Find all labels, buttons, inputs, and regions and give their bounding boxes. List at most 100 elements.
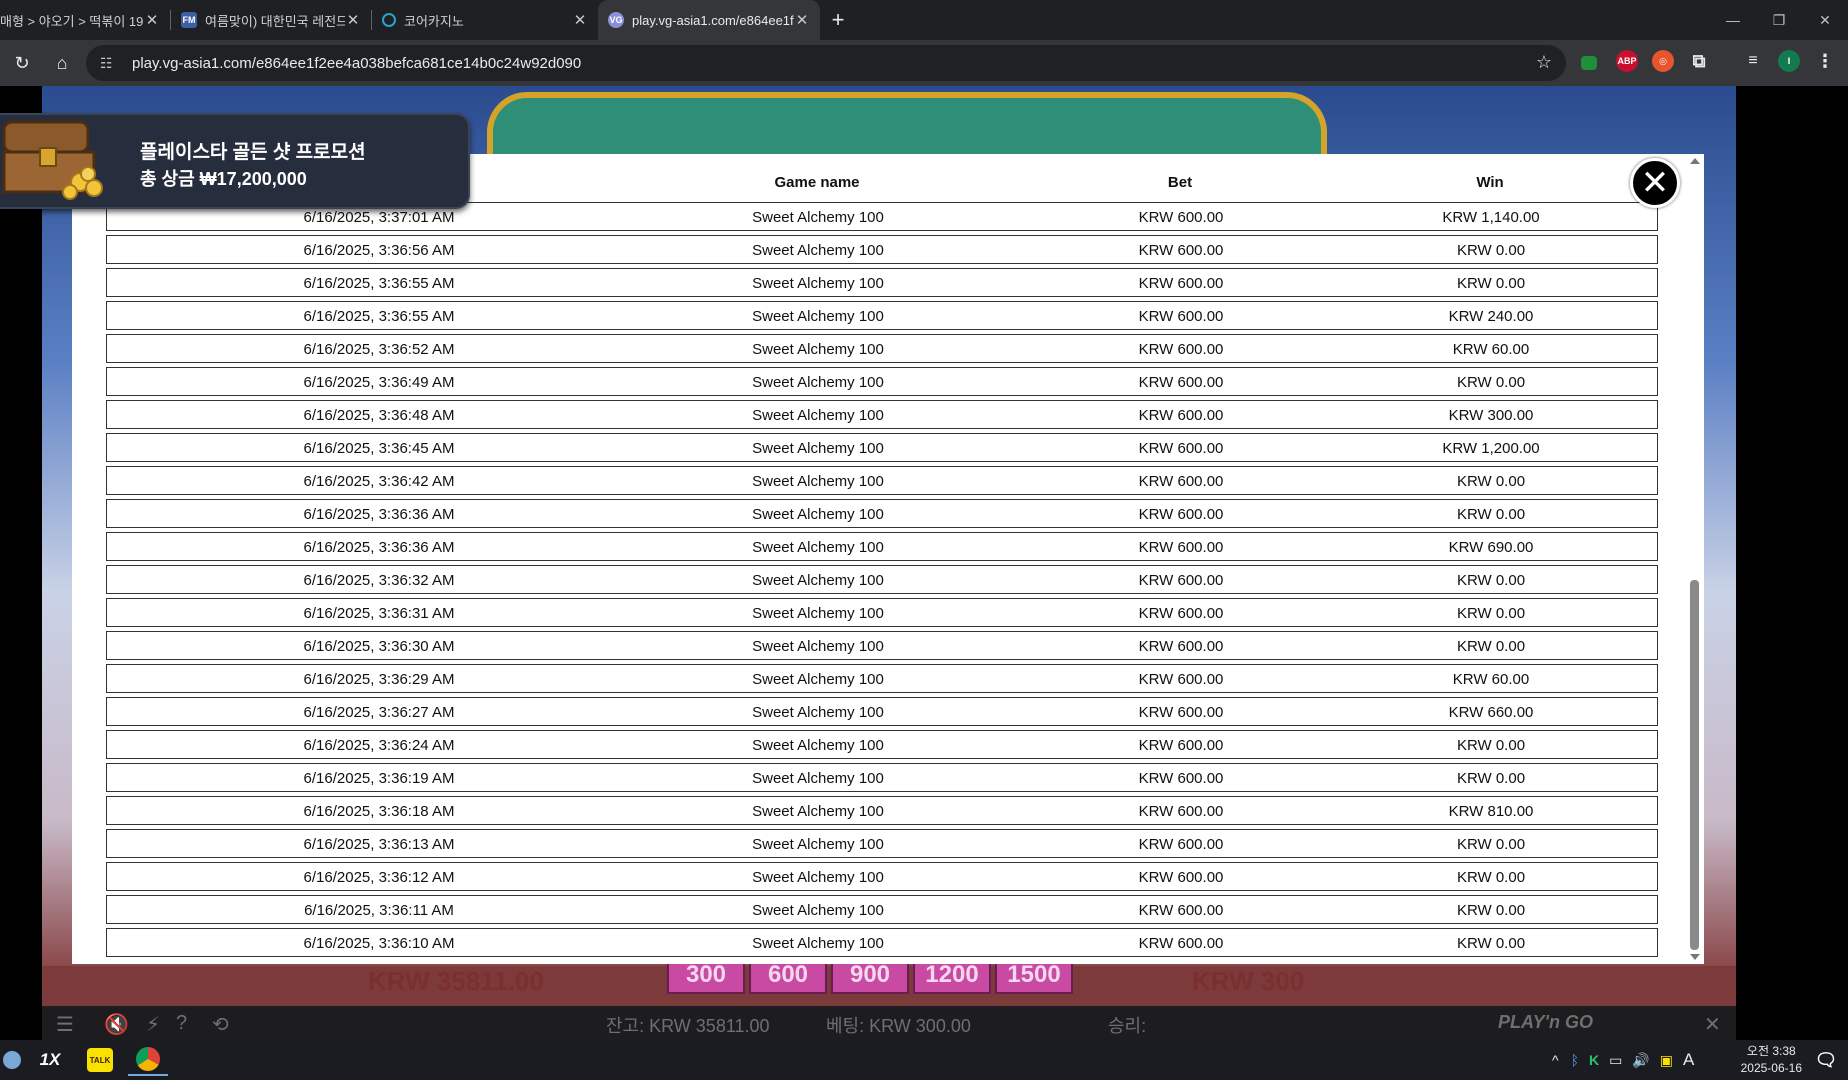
minimize-icon[interactable]: — — [1710, 0, 1756, 40]
cell-date: 6/16/2025, 3:36:48 AM — [303, 407, 455, 424]
cell-date: 6/16/2025, 3:36:10 AM — [303, 935, 455, 952]
close-modal-button[interactable]: ✕ — [1630, 158, 1680, 208]
table-row: 6/16/2025, 3:36:30 AM Sweet Alchemy 100 KR… — [106, 631, 1658, 660]
close-icon[interactable]: ✕ — [144, 11, 160, 29]
cell-game: Sweet Alchemy 100 — [752, 770, 884, 787]
window-controls: — ❐ ✕ — [1710, 0, 1848, 40]
close-icon: ✕ — [1640, 164, 1670, 202]
cell-game: Sweet Alchemy 100 — [752, 506, 884, 523]
scroll-up-arrow-icon[interactable] — [1690, 158, 1700, 164]
cell-win: KRW 1,140.00 — [1442, 209, 1540, 226]
reload-icon[interactable]: ↻ — [4, 45, 40, 81]
cell-game: Sweet Alchemy 100 — [752, 374, 884, 391]
cell-game: Sweet Alchemy 100 — [752, 275, 884, 292]
new-tab-button[interactable]: + — [820, 0, 856, 40]
bookmark-star-icon[interactable]: ☆ — [1536, 52, 1552, 73]
scroll-thumb[interactable] — [1690, 580, 1699, 950]
table-row: 6/16/2025, 3:36:55 AM Sweet Alchemy 100 KR… — [106, 268, 1658, 297]
cell-date: 6/16/2025, 3:36:56 AM — [303, 242, 455, 259]
address-bar[interactable]: ☷ play.vg-asia1.com/e864ee1f2ee4a038befc… — [86, 45, 1566, 81]
table-row: 6/16/2025, 3:36:42 AM Sweet Alchemy 100 KR… — [106, 466, 1658, 495]
close-window-icon[interactable]: ✕ — [1802, 0, 1848, 40]
table-row: 6/16/2025, 3:36:45 AM Sweet Alchemy 100 KR… — [106, 433, 1658, 462]
history-icon[interactable]: ⟲ — [212, 1012, 229, 1037]
turbo-lightning-icon[interactable]: ⚡ — [146, 1012, 160, 1037]
tab-3[interactable]: 코어카지노 ✕ — [372, 0, 598, 40]
close-icon[interactable]: ✕ — [794, 11, 810, 29]
kakaotalk-icon[interactable]: TALK — [80, 1044, 120, 1076]
home-icon[interactable]: ⌂ — [44, 45, 80, 81]
cell-date: 6/16/2025, 3:36:27 AM — [303, 704, 455, 721]
close-icon[interactable]: ✕ — [572, 11, 588, 29]
sound-mute-icon[interactable]: 🔇 — [104, 1012, 129, 1037]
modal-scrollbar[interactable] — [1684, 154, 1704, 964]
app-1x-icon[interactable]: 1X — [30, 1044, 70, 1076]
cell-game: Sweet Alchemy 100 — [752, 605, 884, 622]
media-control-icon[interactable]: ≡ — [1742, 50, 1764, 72]
cell-bet: KRW 600.00 — [1138, 407, 1224, 424]
tab-1[interactable]: 매형 > 야오기 > 떡볶이 19림 ✕ — [0, 0, 170, 40]
adblock-icon[interactable]: ABP — [1616, 50, 1638, 72]
site-info-icon[interactable]: ☷ — [100, 54, 118, 72]
tray-expand-icon[interactable]: ^ — [1552, 1052, 1559, 1068]
cell-win: KRW 0.00 — [1456, 869, 1526, 886]
cell-game: Sweet Alchemy 100 — [752, 440, 884, 457]
extension-green-icon[interactable] — [1581, 56, 1597, 70]
ime-indicator[interactable]: A — [1683, 1050, 1694, 1070]
close-icon[interactable]: ✕ — [345, 11, 361, 29]
network-icon[interactable]: ▭ — [1609, 1052, 1622, 1069]
profile-avatar[interactable]: I — [1778, 50, 1800, 72]
table-row: 6/16/2025, 3:36:24 AM Sweet Alchemy 100 KR… — [106, 730, 1658, 759]
cell-win: KRW 300.00 — [1448, 407, 1534, 424]
cell-bet: KRW 600.00 — [1138, 506, 1224, 523]
cell-bet: KRW 600.00 — [1138, 209, 1224, 226]
tab-2[interactable]: FM 여름맞이) 대한민국 레전드 여 ✕ — [171, 0, 371, 40]
help-icon[interactable]: ? — [176, 1012, 187, 1035]
cell-win: KRW 0.00 — [1456, 275, 1526, 292]
restore-icon[interactable]: ❐ — [1756, 0, 1802, 40]
cell-win: KRW 0.00 — [1456, 374, 1526, 391]
scroll-down-arrow-icon[interactable] — [1690, 954, 1700, 960]
volume-icon[interactable]: 🔊 — [1632, 1052, 1649, 1069]
table-row: 6/16/2025, 3:36:19 AM Sweet Alchemy 100 KR… — [106, 763, 1658, 792]
table-row: 6/16/2025, 3:36:55 AM Sweet Alchemy 100 KR… — [106, 301, 1658, 330]
cell-win: KRW 660.00 — [1448, 704, 1534, 721]
cell-game: Sweet Alchemy 100 — [752, 737, 884, 754]
table-row: 6/16/2025, 3:36:18 AM Sweet Alchemy 100 KR… — [106, 796, 1658, 825]
cell-bet: KRW 600.00 — [1138, 737, 1224, 754]
menu-dots-icon[interactable]: ⋮ — [1814, 50, 1836, 72]
system-clock[interactable]: 오전 3:38 2025-06-16 — [1741, 1043, 1802, 1077]
chrome-icon[interactable] — [128, 1044, 168, 1076]
extensions-puzzle-icon[interactable]: ⧉ — [1688, 50, 1710, 72]
extension-orange-icon[interactable]: ◎ — [1652, 50, 1674, 72]
cell-bet: KRW 600.00 — [1138, 869, 1224, 886]
cell-bet: KRW 600.00 — [1138, 572, 1224, 589]
cell-date: 6/16/2025, 3:36:11 AM — [304, 902, 454, 919]
cell-game: Sweet Alchemy 100 — [752, 473, 884, 490]
notifications-icon[interactable]: 🗨 — [1806, 1044, 1846, 1076]
fm-favicon-icon: FM — [181, 12, 197, 28]
url-text: play.vg-asia1.com/e864ee1f2ee4a038befca6… — [132, 54, 582, 72]
cell-date: 6/16/2025, 3:36:29 AM — [303, 671, 455, 688]
cell-date: 6/16/2025, 3:36:32 AM — [303, 572, 455, 589]
cell-date: 6/16/2025, 3:36:55 AM — [303, 308, 455, 325]
tab-4-active[interactable]: VG play.vg-asia1.com/e864ee1f2e ✕ — [598, 0, 820, 40]
clock-date: 2025-06-16 — [1740, 1061, 1802, 1075]
cell-date: 6/16/2025, 3:36:36 AM — [303, 506, 455, 523]
cell-win: KRW 60.00 — [1452, 671, 1530, 688]
tray-app-icon[interactable]: K — [1589, 1052, 1599, 1068]
close-game-icon[interactable]: ✕ — [1704, 1012, 1721, 1037]
kakao-tray-icon[interactable]: ▣ — [1660, 1052, 1673, 1069]
cell-bet: KRW 600.00 — [1138, 341, 1224, 358]
cell-win: KRW 0.00 — [1456, 935, 1526, 952]
bluetooth-icon[interactable]: ᛒ — [1571, 1052, 1579, 1068]
hamburger-menu-icon[interactable]: ☰ — [56, 1012, 74, 1037]
win-label: 승리: — [1108, 1016, 1147, 1036]
app-generic-icon[interactable] — [0, 1044, 32, 1076]
cell-win: KRW 0.00 — [1456, 473, 1526, 490]
balance-display: KRW 35811.00 — [368, 966, 544, 996]
cell-date: 6/16/2025, 3:36:42 AM — [303, 473, 455, 490]
table-row: 6/16/2025, 3:36:48 AM Sweet Alchemy 100 KR… — [106, 400, 1658, 429]
cell-win: KRW 0.00 — [1456, 737, 1526, 754]
cell-win: KRW 0.00 — [1456, 605, 1526, 622]
